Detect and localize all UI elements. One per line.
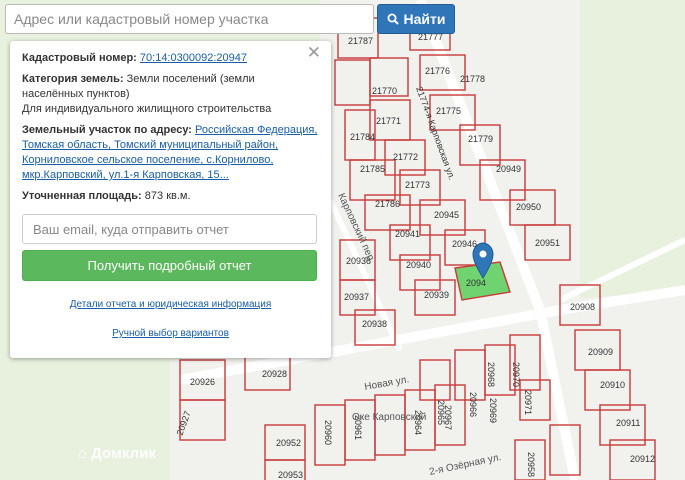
parcel-label: 20909 [588, 347, 613, 357]
parcel-label: 20941 [395, 229, 420, 239]
parcel-label: 21775 [436, 106, 461, 116]
parcel-label: 20950 [516, 202, 541, 212]
parcel-label: 20970 [511, 362, 521, 387]
watermark-label: Домклик [91, 445, 156, 462]
parcel-label: 20911 [616, 418, 640, 428]
land-category-row: Категория земель: Земли поселений (земли… [22, 72, 319, 117]
parcel-label: 21785 [360, 164, 385, 174]
parcel-label: 20928 [262, 369, 287, 379]
parcel-label: 20958 [526, 452, 536, 477]
parcel-label: 21779 [468, 134, 493, 144]
parcel-label: 20938 [362, 319, 387, 329]
parcel-label: 21772 [393, 152, 418, 162]
address-label: Земельный участок по адресу: [22, 124, 192, 136]
parcel-label: 20910 [600, 380, 625, 390]
email-input[interactable] [22, 214, 317, 244]
land-usage-value: Для индивидуального жилищного строительс… [22, 103, 272, 115]
search-icon [387, 13, 399, 25]
search-input[interactable] [5, 4, 374, 34]
parcel-info-panel: ✕ Кадастровый номер: 70:14:0300092:20947… [10, 41, 331, 358]
parcel-label: 20908 [570, 302, 595, 312]
street-label: Оке Карповский [352, 412, 426, 423]
parcel-label: 2094 [466, 278, 486, 288]
parcel-label: 21784 [350, 132, 375, 142]
parcel-label: 21776 [425, 66, 450, 76]
parcel-label: 20971 [523, 390, 533, 415]
parcel-label: 20953 [278, 470, 303, 480]
get-report-button[interactable]: Получить подробный отчет [22, 250, 317, 281]
parcel-label: 20968 [486, 362, 496, 387]
parcel-label: 20912 [630, 454, 655, 464]
parcel-label: 21786 [375, 199, 400, 209]
parcel-label: 20946 [452, 239, 477, 249]
parcel-label: 20952 [276, 438, 301, 448]
parcel-label: 21787 [348, 36, 373, 46]
parcel-label: 20940 [406, 260, 431, 270]
parcel-label: 20966 [468, 392, 478, 417]
report-details-link[interactable]: Детали отчета и юридическая информация [22, 297, 319, 312]
manual-selection-link[interactable]: Ручной выбор вариантов [22, 326, 319, 341]
parcel-label: 20951 [535, 238, 560, 248]
parcel-label: 20939 [424, 290, 449, 300]
area-value: 873 кв.м. [144, 190, 191, 202]
land-category-label: Категория земель: [22, 73, 124, 85]
domclick-watermark: ⌂ Домклик [78, 445, 156, 462]
area-label: Уточненная площадь: [22, 190, 142, 202]
parcel-label: 21778 [460, 74, 485, 84]
domclick-logo-icon: ⌂ [78, 445, 88, 462]
parcel-label: 21771 [376, 116, 401, 126]
cadastral-number-label: Кадастровый номер: [22, 52, 137, 64]
address-row: Земельный участок по адресу: Российская … [22, 123, 319, 183]
area-row: Уточненная площадь: 873 кв.м. [22, 189, 319, 204]
search-button-label: Найти [403, 11, 446, 27]
cadastral-number-row: Кадастровый номер: 70:14:0300092:20947 [22, 51, 319, 66]
parcel-label: 20937 [344, 292, 369, 302]
parcel-label: 20949 [496, 164, 521, 174]
parcel-label: 20969 [488, 398, 498, 423]
parcel-label: 20967 [443, 405, 453, 430]
parcel-label: 20960 [323, 420, 333, 445]
cadastral-number-link[interactable]: 70:14:0300092:20947 [140, 52, 247, 64]
parcel-label: 21770 [372, 86, 397, 96]
search-button[interactable]: Найти [377, 4, 455, 34]
parcel-label: 20945 [434, 210, 459, 220]
close-icon[interactable]: ✕ [307, 44, 321, 61]
parcel-label: 21773 [405, 180, 430, 190]
parcel-label: 20926 [190, 377, 215, 387]
